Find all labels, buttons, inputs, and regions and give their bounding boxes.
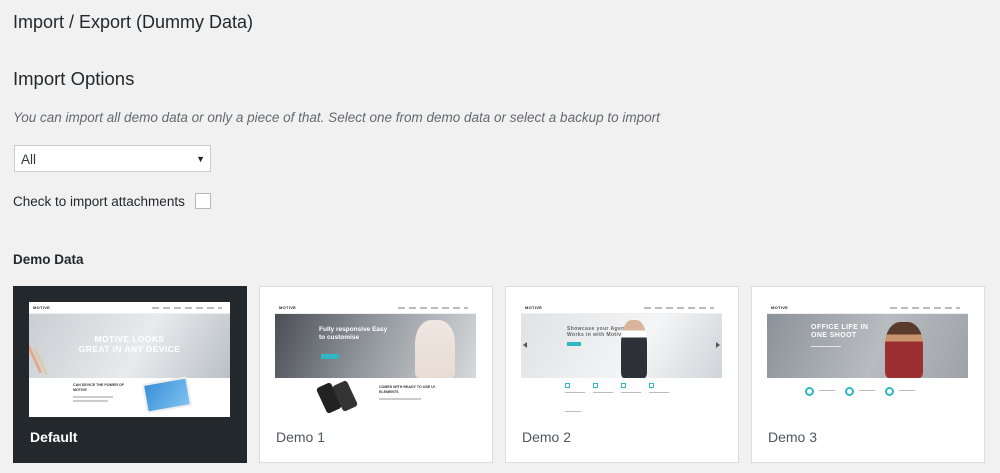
tablet-image: [141, 376, 193, 414]
demo-thumbnail: MOTIVE Showcase your Agency Works in wit…: [521, 302, 722, 417]
feature-icon: [565, 383, 570, 388]
text-line: [649, 392, 669, 393]
demo-label: Demo 2: [522, 429, 572, 445]
thumb-nav: MOTIVE: [29, 302, 230, 314]
thumb-hero: OFFICE LIFE IN ONE SHOOT: [767, 314, 968, 378]
thumb-headline: MOTIVE LOOKS GREAT IN ANY DEVICE: [29, 334, 230, 354]
thumb-body: COMES WITH READY TO USE UI ELEMENTS: [275, 378, 476, 417]
import-options-description: You can import all demo data or only a p…: [13, 110, 660, 125]
thumb-headline-line-1: Fully responsive Easy: [319, 326, 388, 333]
chevron-down-icon: ▼: [196, 154, 205, 164]
demo-label: Demo 3: [768, 429, 818, 445]
text-line: [899, 390, 915, 391]
thumb-menu: [644, 307, 714, 309]
text-line: [859, 390, 875, 391]
hero-button: [321, 354, 339, 359]
demo-thumbnail: MOTIVE OFFICE LIFE IN ONE SHOOT: [767, 302, 968, 417]
demo-card-default[interactable]: MOTIVE MOTIVE LOOKS GREAT IN ANY DEVICE …: [13, 286, 247, 463]
feature-icon: [593, 383, 598, 388]
thumb-headline-line-1: MOTIVE LOOKS: [94, 334, 165, 344]
thumb-nav: MOTIVE: [275, 302, 476, 314]
thumb-hero: Showcase your Agency Works in with Motiv…: [521, 314, 722, 378]
hero-button: [567, 342, 581, 346]
feature-icon: [805, 387, 814, 396]
thumb-menu: [152, 307, 222, 309]
thumb-nav: MOTIVE: [521, 302, 722, 314]
demo-card-demo-2[interactable]: MOTIVE Showcase your Agency Works in wit…: [505, 286, 739, 463]
slider-next-icon: [716, 342, 720, 348]
thumb-section-text: COMES WITH READY TO USE UI ELEMENTS: [379, 385, 435, 394]
feature-icon: [649, 383, 654, 388]
import-type-select[interactable]: All ▼: [14, 145, 211, 172]
thumb-nav: MOTIVE: [767, 302, 968, 314]
demo-card-demo-1[interactable]: MOTIVE Fully responsive Easy to customis…: [259, 286, 493, 463]
thumb-logo: MOTIVE: [525, 305, 543, 310]
thumb-hero: Fully responsive Easy to customise: [275, 314, 476, 378]
text-line: [621, 392, 641, 393]
thumb-body: [521, 378, 722, 417]
text-line: [565, 392, 585, 393]
text-line: [73, 400, 108, 402]
import-attachments-checkbox[interactable]: [194, 193, 211, 209]
thumb-logo: MOTIVE: [279, 305, 297, 310]
thumb-hero: MOTIVE LOOKS GREAT IN ANY DEVICE: [29, 314, 230, 378]
thumb-headline-line-2: ONE SHOOT: [811, 332, 857, 339]
thumb-logo: MOTIVE: [771, 305, 789, 310]
feature-icon: [845, 387, 854, 396]
thumb-headline-line-2: to customise: [319, 334, 360, 341]
import-attachments-label: Check to import attachments: [13, 193, 185, 209]
text-line: [819, 390, 835, 391]
demo-label: Demo 1: [276, 429, 326, 445]
demo-data-grid: MOTIVE MOTIVE LOOKS GREAT IN ANY DEVICE …: [13, 286, 997, 463]
text-line: [593, 392, 613, 393]
person-image: [621, 320, 647, 378]
feature-icon: [885, 387, 894, 396]
thumb-body: [767, 378, 968, 417]
thumb-menu: [890, 307, 960, 309]
thumb-headline-line-1: OFFICE LIFE IN: [811, 324, 869, 331]
text-line: [811, 346, 841, 347]
demo-label: Default: [30, 429, 78, 445]
import-type-select-value: All: [21, 152, 37, 167]
demo-data-title: Demo Data: [13, 252, 84, 267]
thumb-logo: MOTIVE: [33, 305, 51, 310]
demo-card-demo-3[interactable]: MOTIVE OFFICE LIFE IN ONE SHOOT Demo 3: [751, 286, 985, 463]
page-heading: Import / Export (Dummy Data): [13, 12, 254, 32]
text-line: [73, 396, 113, 398]
demo-thumbnail: MOTIVE Fully responsive Easy to customis…: [275, 302, 476, 417]
thumb-menu: [398, 307, 468, 309]
thumb-headline-line-2: GREAT IN ANY DEVICE: [78, 344, 181, 354]
thumb-body: CAN DEVICE THE POWER OF MOTIVE: [29, 376, 230, 417]
thumb-headline: Fully responsive Easy to customise: [319, 326, 387, 342]
slider-prev-icon: [523, 342, 527, 348]
person-image: [415, 320, 455, 378]
text-line: [565, 411, 581, 412]
import-options-title: Import Options: [13, 68, 135, 89]
thumb-headline: OFFICE LIFE IN ONE SHOOT: [811, 324, 868, 340]
demo-thumbnail: MOTIVE MOTIVE LOOKS GREAT IN ANY DEVICE …: [29, 302, 230, 417]
person-image: [885, 322, 923, 378]
feature-icon: [621, 383, 626, 388]
thumb-section-text: CAN DEVICE THE POWER OF MOTIVE: [73, 383, 124, 392]
import-attachments-row: Check to import attachments: [13, 193, 211, 209]
text-line: [379, 398, 421, 400]
